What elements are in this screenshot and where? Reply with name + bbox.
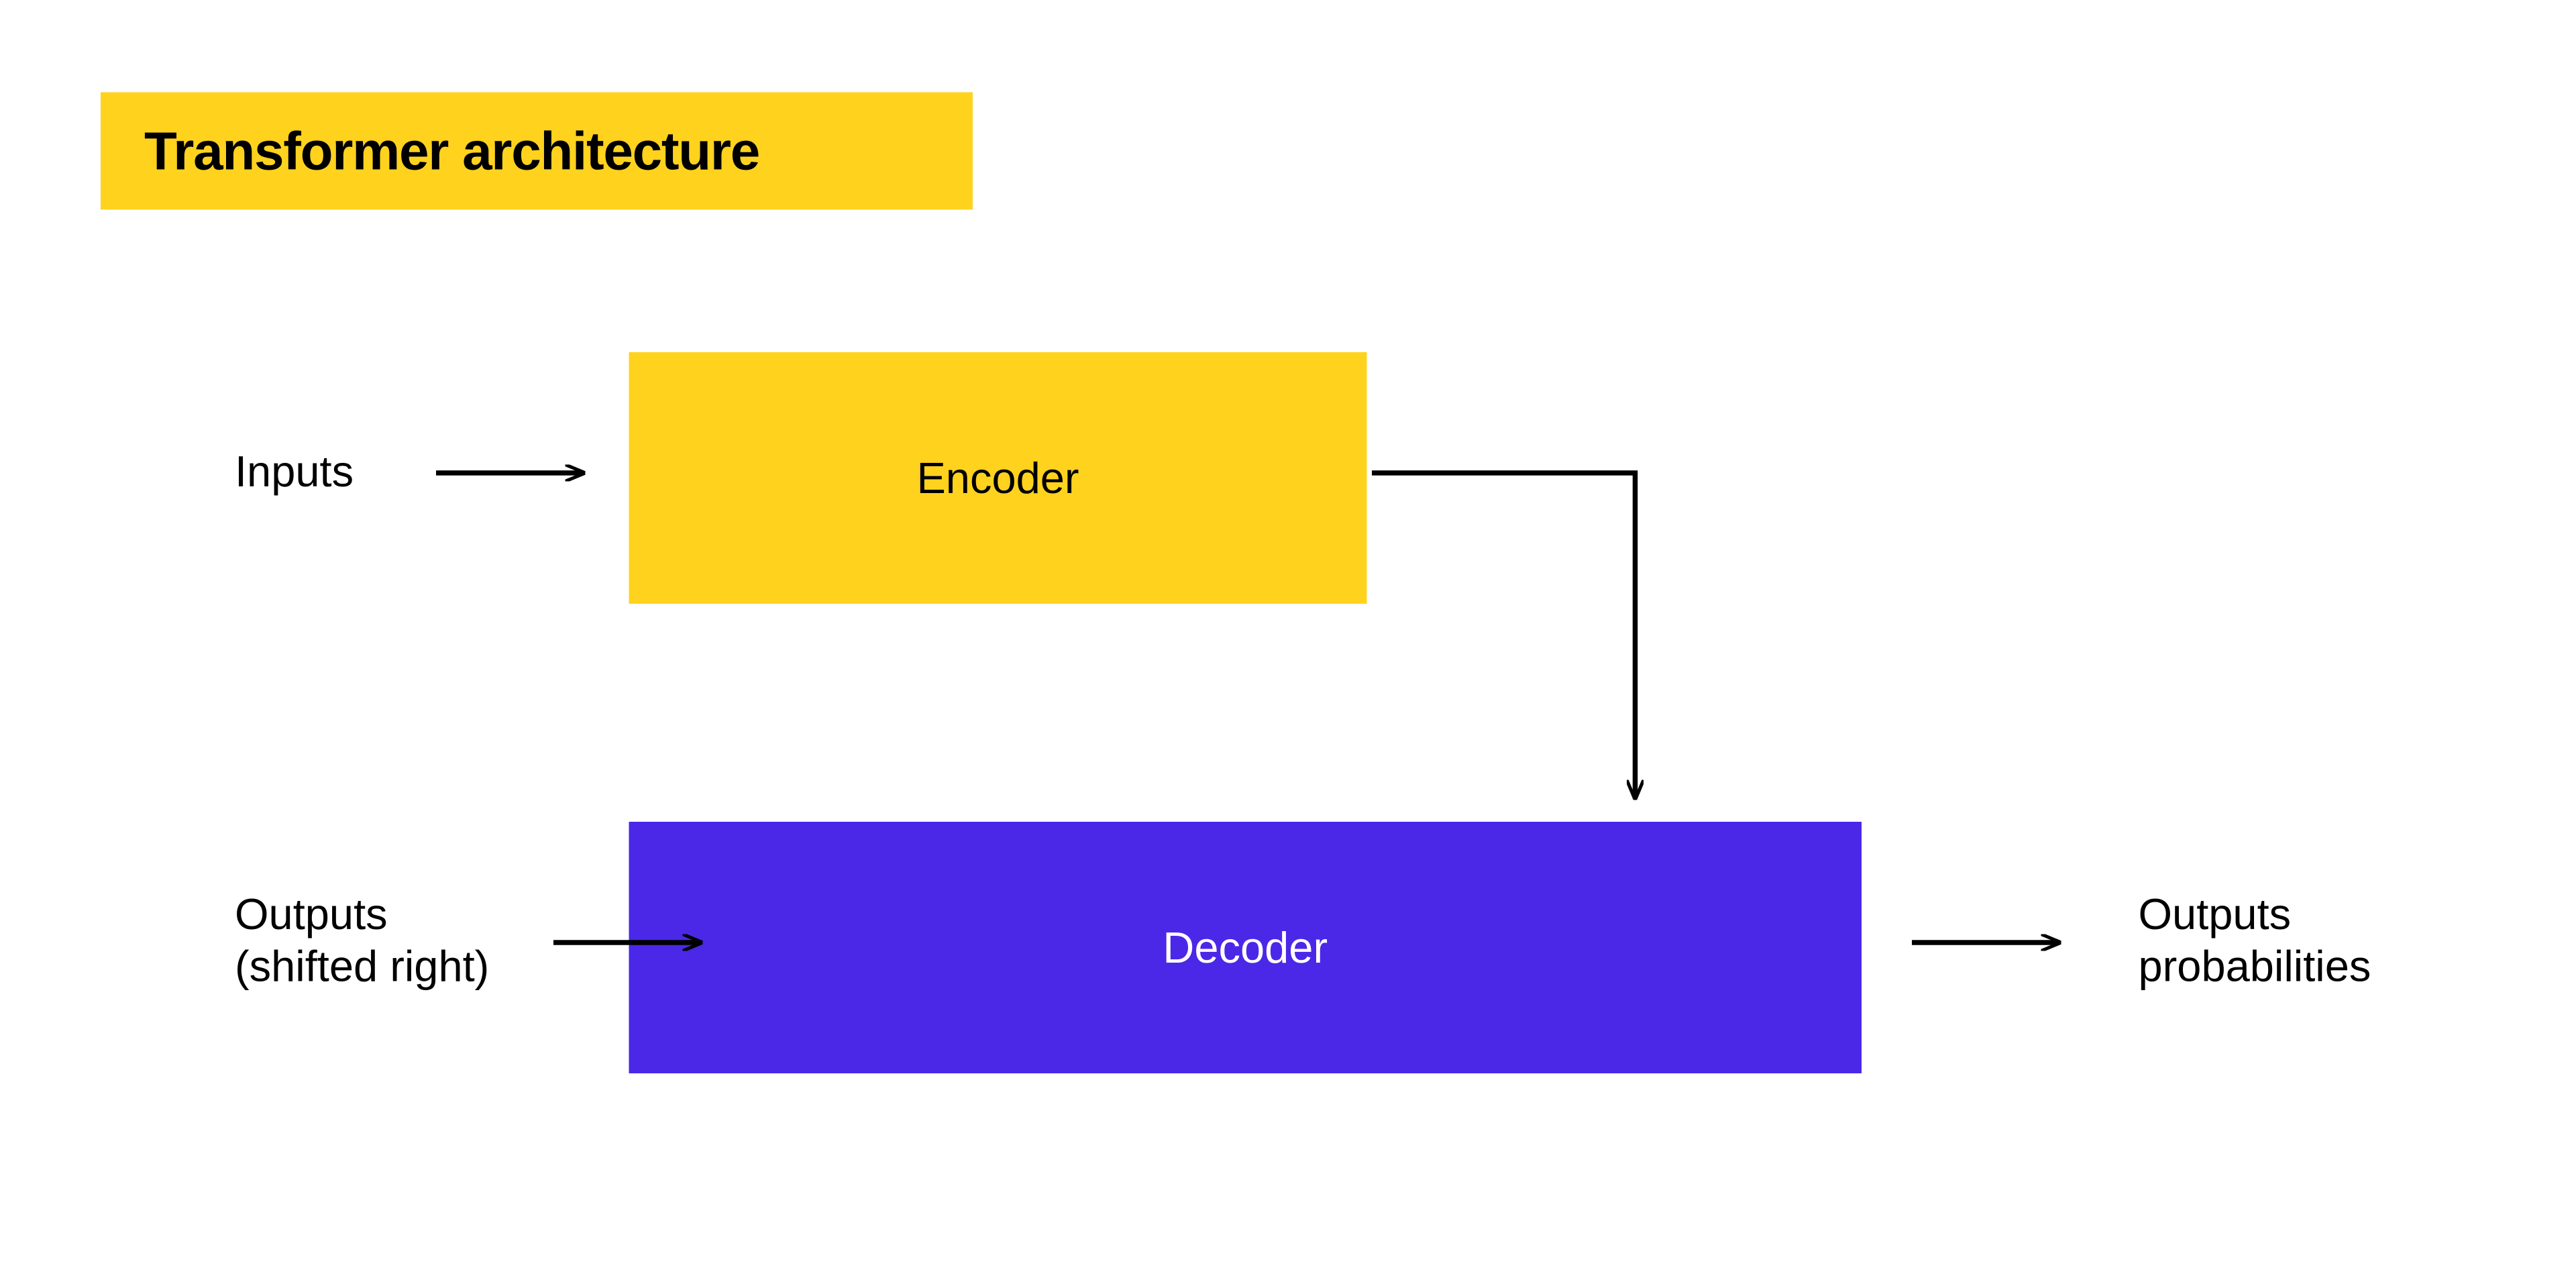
encoder-label: Encoder xyxy=(916,452,1079,504)
outprob-line1: Outputs xyxy=(2139,889,2292,939)
inputs-label: Inputs xyxy=(235,446,354,498)
title-text: Transformer architecture xyxy=(144,120,759,182)
title-banner: Transformer architecture xyxy=(101,93,973,210)
encoder-block: Encoder xyxy=(629,352,1367,604)
outputs-shifted-label: Outputs (shifted right) xyxy=(235,889,489,994)
outputs-line1: Outputs xyxy=(235,889,388,939)
inputs-label-text: Inputs xyxy=(235,446,354,496)
decoder-label: Decoder xyxy=(1163,922,1328,974)
outprob-line2: probabilities xyxy=(2139,941,2371,991)
arrow-encoder-to-decoder xyxy=(1372,473,1635,798)
outputs-line2: (shifted right) xyxy=(235,941,489,991)
decoder-block: Decoder xyxy=(629,822,1862,1073)
outputs-probabilities-label: Outputs probabilities xyxy=(2139,889,2371,994)
